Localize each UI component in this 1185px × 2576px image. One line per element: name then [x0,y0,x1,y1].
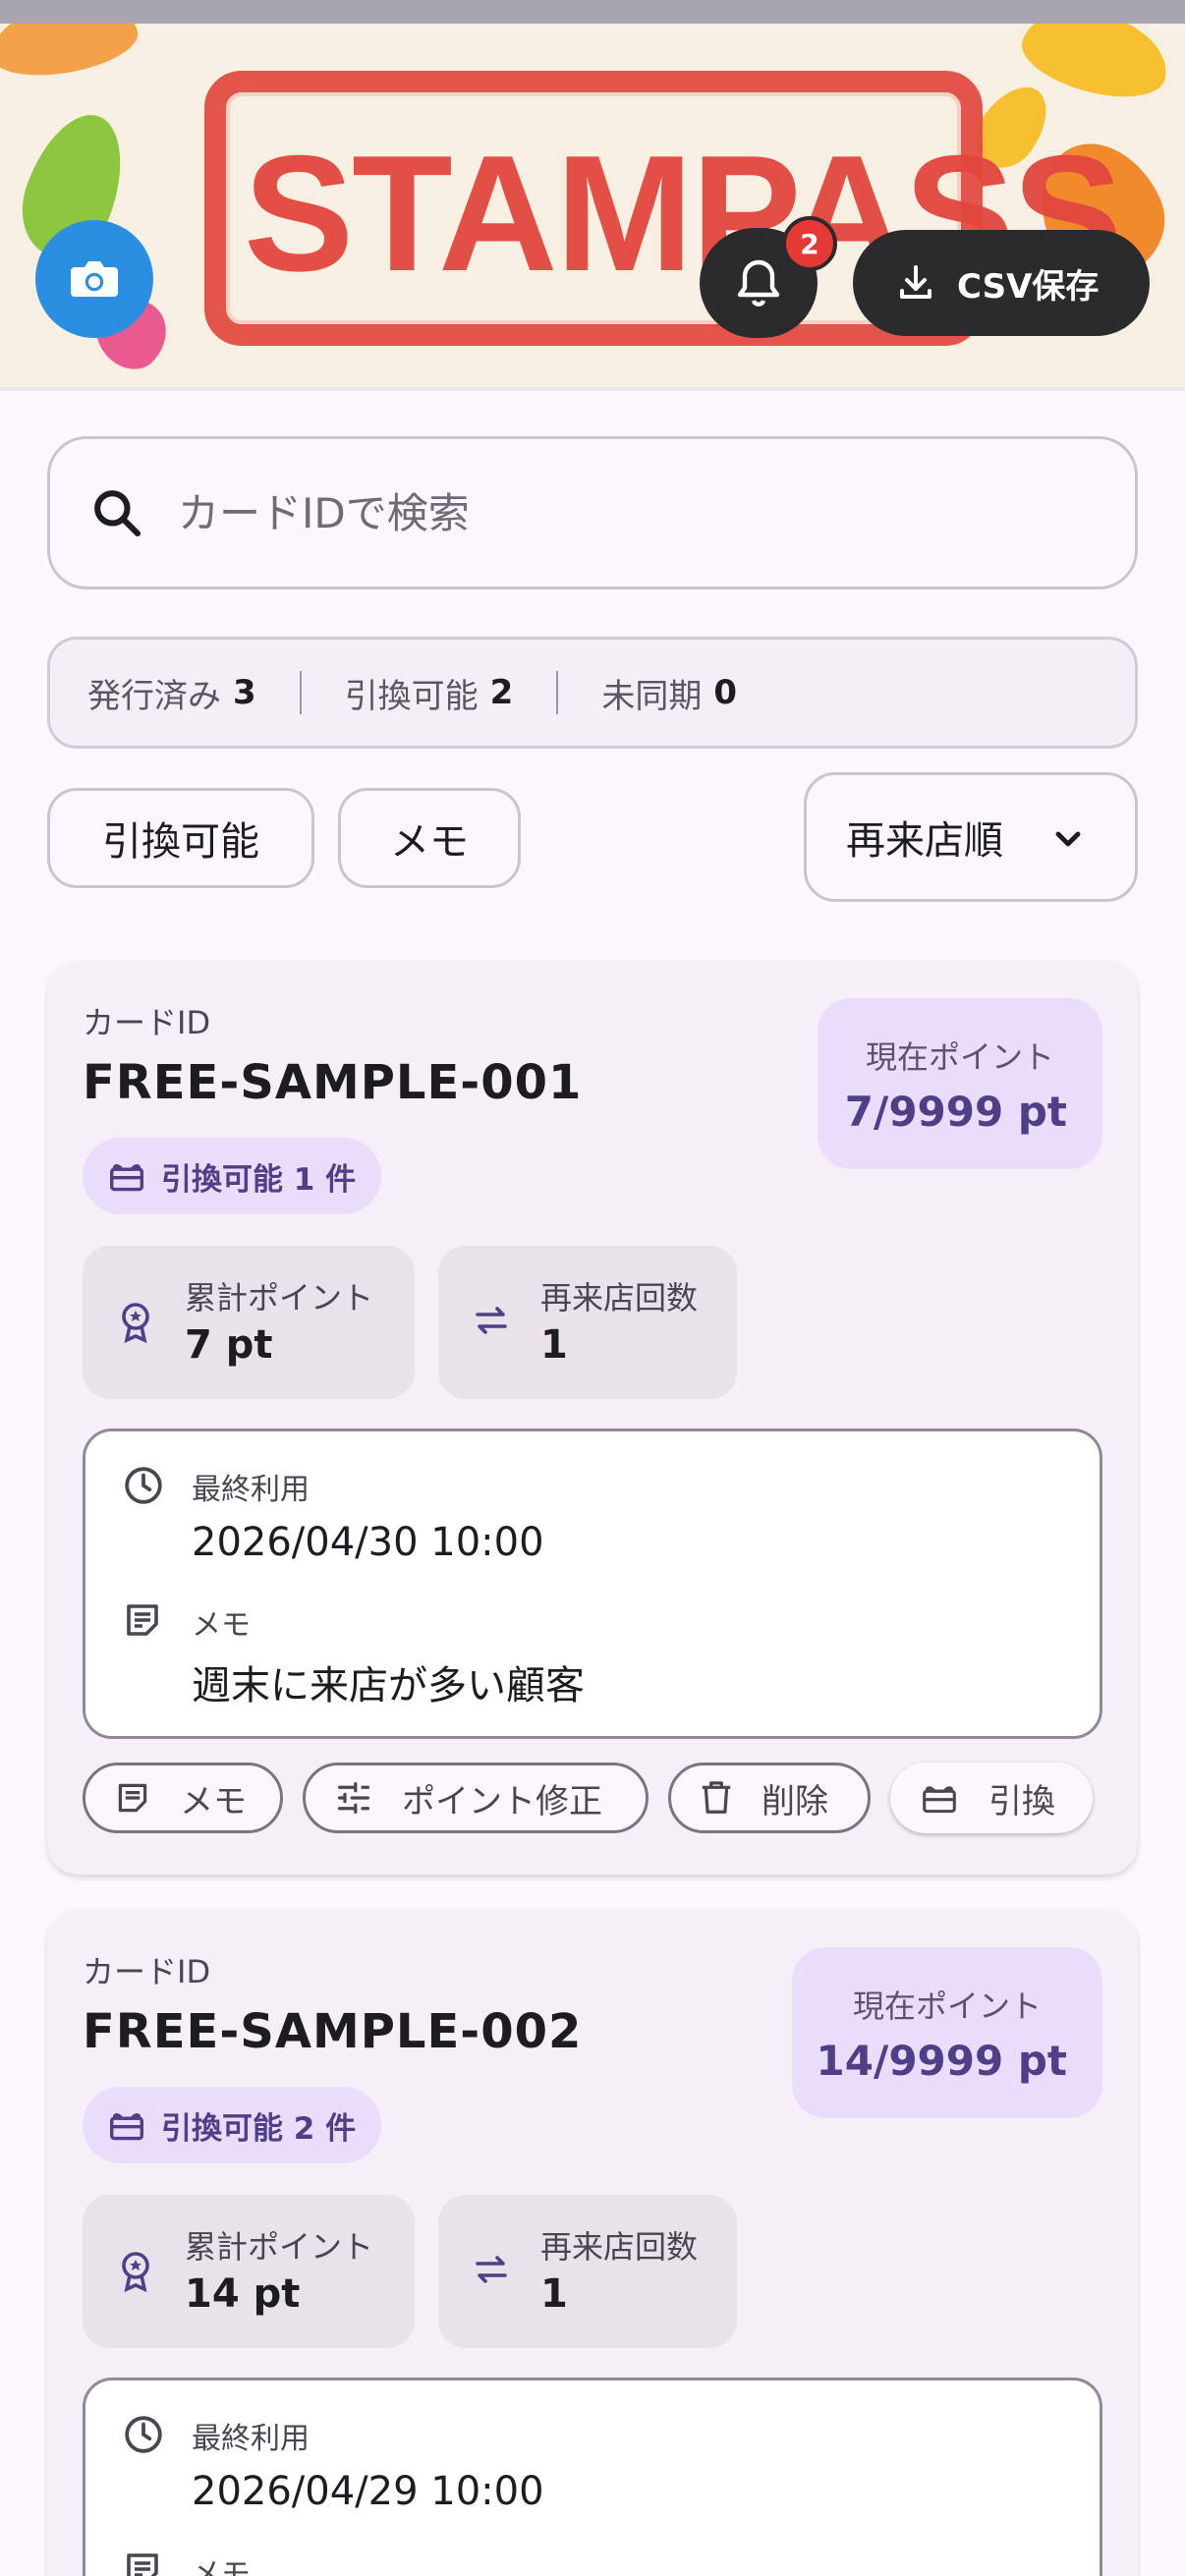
memo-value: 週末に来店が多い顧客 [192,1663,585,1708]
delete-button[interactable]: 削除 [668,1763,871,1833]
redeem-available-text: 引換可能 2 件 [161,2110,357,2147]
current-points-box: 現在ポイント 14/9999 pt [792,1947,1102,2118]
visit-count-value: 1 [540,2271,568,2317]
note-icon [127,1604,158,1636]
summary-stats: 発行済み 3 引換可能 2 未同期 0 [47,637,1138,749]
current-points-label: 現在ポイント [865,1037,1054,1076]
last-used-value: 2026/04/29 10:00 [192,2469,544,2514]
last-used-value: 2026/04/30 10:00 [192,1520,544,1565]
redeem-button-label: 引換 [988,1781,1055,1821]
chevron-down-icon [1055,831,1081,847]
visit-count-value: 1 [540,1322,568,1368]
card-id: FREE-SAMPLE-001 [83,1055,583,1110]
visit-count-tile: 再来店回数 1 [438,1246,737,1399]
csv-save-button[interactable]: CSV保存 [853,230,1150,336]
divider [299,671,302,714]
trash-icon [702,1781,731,1814]
redeem-available-badge: 引換可能 2 件 [83,2087,382,2163]
stamp-card[interactable]: カードID FREE-SAMPLE-001 現在ポイント 7/9999 pt 引… [47,961,1138,1875]
camera-button[interactable] [35,220,153,338]
redeem-available-badge: 引換可能 1 件 [83,1138,382,1214]
camera-icon [71,261,118,297]
redeemable-count: 2 [489,673,514,712]
bell-icon [737,259,780,307]
visit-count-label: 再来店回数 [540,1279,699,1316]
last-used-label: 最終利用 [192,1473,310,1507]
total-points-label: 累計ポイント [185,1279,374,1316]
download-icon [900,265,931,299]
filter-chip-redeemable[interactable]: 引換可能 [47,788,314,888]
delete-button-label: 削除 [762,1781,828,1821]
decor-leaf [0,24,142,85]
issued-label: 発行済み [87,676,221,716]
card-id: FREE-SAMPLE-002 [83,2004,583,2059]
current-points-box: 現在ポイント 7/9999 pt [818,998,1102,1169]
search-input[interactable] [178,488,1062,537]
divider [0,387,1185,391]
gift-icon [923,1786,956,1814]
total-points-value: 7 pt [185,1322,273,1368]
visit-count-label: 再来店回数 [540,2228,699,2266]
filter-chip-memo[interactable]: メモ [338,788,521,888]
divider [556,671,559,714]
clock-icon [125,2416,162,2453]
stamp-card[interactable]: カードID FREE-SAMPLE-002 現在ポイント 14/9999 pt … [47,1910,1138,2576]
adjust-points-label: ポイント修正 [402,1781,602,1821]
memo-button[interactable]: メモ [83,1763,283,1833]
search-bar[interactable] [47,436,1138,589]
redeem-available-text: 引換可能 1 件 [161,1161,357,1198]
card-id-label: カードID [83,1953,211,1990]
card-id-label: カードID [83,1004,211,1041]
memo-label: メモ [192,2557,251,2576]
total-points-label: 累計ポイント [185,2228,374,2266]
visit-count-tile: 再来店回数 1 [438,2195,737,2348]
award-icon [122,2252,149,2293]
total-points-tile: 累計ポイント 7 pt [83,1246,415,1399]
issued-count: 3 [233,673,256,712]
unsynced-count: 0 [713,673,738,712]
sort-dropdown[interactable]: 再来店順 [804,772,1138,902]
csv-save-label: CSV保存 [957,266,1100,307]
memo-label: メモ [192,1608,251,1643]
sort-selected-label: 再来店順 [846,818,1003,864]
status-bar [0,0,1185,24]
award-icon [122,1303,149,1344]
gift-icon [110,1164,143,1192]
notification-count-badge: 2 [782,216,837,271]
last-used-label: 最終利用 [192,2422,310,2456]
repeat-icon [476,1307,507,1334]
note-icon [118,1783,147,1813]
current-points-value: 7/9999 pt [844,1087,1067,1136]
gift-icon [110,2113,143,2141]
search-icon [94,490,141,537]
clock-icon [125,1467,162,1504]
sliders-icon [337,1781,370,1815]
redeemable-label: 引換可能 [344,676,479,716]
current-points-value: 14/9999 pt [816,2036,1067,2085]
card-details-box: 最終利用 2026/04/30 10:00 メモ 週末に来店が多い顧客 [83,1428,1102,1739]
repeat-icon [476,2256,507,2283]
unsynced-label: 未同期 [601,676,703,716]
current-points-label: 現在ポイント [852,1987,1042,2025]
memo-button-label: メモ [180,1781,247,1821]
adjust-points-button[interactable]: ポイント修正 [303,1763,649,1833]
note-icon [127,2553,158,2576]
app-logo: STAMPASS [244,121,1123,306]
redeem-button[interactable]: 引換 [890,1763,1093,1833]
card-details-box: 最終利用 2026/04/29 10:00 メモ [83,2378,1102,2576]
total-points-value: 14 pt [185,2271,301,2317]
total-points-tile: 累計ポイント 14 pt [83,2195,415,2348]
